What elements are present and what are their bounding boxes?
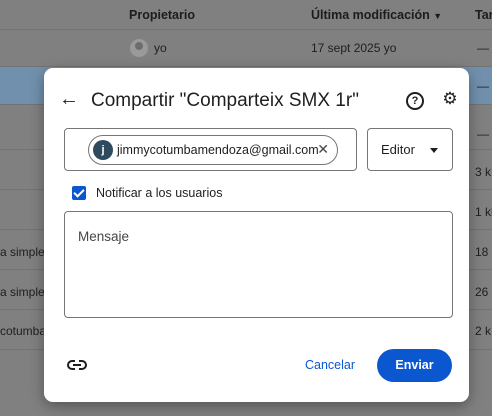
column-size: Tar bbox=[475, 8, 492, 22]
notify-checkbox[interactable] bbox=[72, 186, 86, 200]
message-textarea[interactable]: Mensaje bbox=[64, 211, 453, 318]
size-cell: 18 l bbox=[475, 245, 492, 259]
size-cell: — bbox=[477, 41, 489, 55]
recipient-email: jimmycotumbamendoza@gmail.com bbox=[117, 143, 319, 157]
name-cell: cotumba bbox=[0, 324, 47, 338]
size-cell: 26 bbox=[475, 285, 489, 299]
notify-label: Notificar a los usuarios bbox=[96, 186, 223, 200]
message-placeholder: Mensaje bbox=[78, 229, 130, 244]
owner-avatar-icon bbox=[130, 39, 148, 57]
size-cell: 2 k bbox=[475, 324, 492, 338]
size-cell: — bbox=[477, 127, 489, 141]
recipient-avatar: j bbox=[93, 140, 113, 160]
name-cell: a simple bbox=[0, 245, 45, 259]
cancel-button[interactable]: Cancelar bbox=[294, 349, 366, 381]
recipients-field[interactable]: j jimmycotumbamendoza@gmail.com ✕ bbox=[64, 128, 357, 171]
link-icon[interactable] bbox=[66, 358, 88, 372]
name-cell: a simple bbox=[0, 285, 45, 299]
size-cell: — bbox=[477, 79, 489, 93]
owner-cell: yo bbox=[154, 41, 167, 55]
role-selected-value: Editor bbox=[381, 142, 415, 157]
caret-down-icon bbox=[430, 148, 438, 153]
modified-cell: 17 sept 2025 yo bbox=[311, 41, 397, 55]
help-icon[interactable]: ? bbox=[406, 92, 424, 110]
gear-icon[interactable]: ⚙ bbox=[441, 90, 459, 108]
size-cell: 3 k bbox=[475, 165, 492, 179]
file-list-header: Propietario Última modificación ▼ Tar bbox=[0, 0, 492, 30]
dialog-title: Compartir "Comparteix SMX 1r" bbox=[91, 90, 359, 111]
back-arrow-icon[interactable]: ← bbox=[58, 88, 80, 110]
remove-recipient-close-icon[interactable]: ✕ bbox=[317, 141, 329, 158]
column-last-modified: Última modificación ▼ bbox=[311, 8, 443, 22]
size-cell: 1 kb bbox=[475, 205, 492, 219]
share-dialog: ← Compartir "Comparteix SMX 1r" ? ⚙ j ji… bbox=[44, 68, 469, 402]
sort-arrow-icon: ▼ bbox=[433, 11, 443, 21]
table-row: yo 17 sept 2025 yo — bbox=[0, 30, 492, 67]
recipient-chip[interactable]: j jimmycotumbamendoza@gmail.com ✕ bbox=[88, 135, 338, 165]
column-owner: Propietario bbox=[129, 8, 195, 22]
role-dropdown[interactable]: Editor bbox=[367, 128, 453, 171]
send-button[interactable]: Enviar bbox=[377, 349, 452, 382]
